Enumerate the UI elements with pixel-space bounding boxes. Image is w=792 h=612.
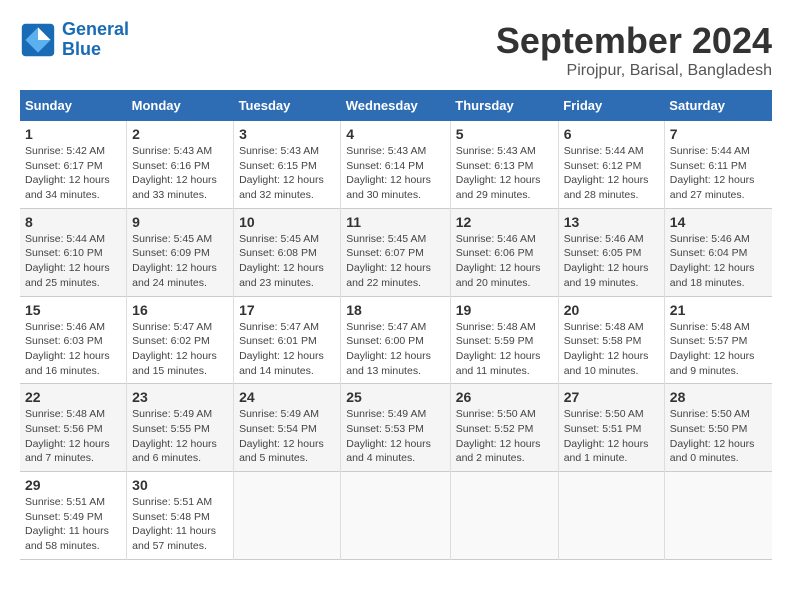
header-friday: Friday <box>558 90 664 121</box>
table-row: 29Sunrise: 5:51 AMSunset: 5:49 PMDayligh… <box>20 472 127 560</box>
calendar-header: Sunday Monday Tuesday Wednesday Thursday… <box>20 90 772 121</box>
logo-general: General <box>62 19 129 39</box>
table-row: 9Sunrise: 5:45 AMSunset: 6:09 PMDaylight… <box>127 208 234 296</box>
header-thursday: Thursday <box>450 90 558 121</box>
logo: General Blue <box>20 20 129 60</box>
table-row: 17Sunrise: 5:47 AMSunset: 6:01 PMDayligh… <box>234 296 341 384</box>
table-row: 14Sunrise: 5:46 AMSunset: 6:04 PMDayligh… <box>664 208 772 296</box>
table-row: 16Sunrise: 5:47 AMSunset: 6:02 PMDayligh… <box>127 296 234 384</box>
header-monday: Monday <box>127 90 234 121</box>
table-row: 10Sunrise: 5:45 AMSunset: 6:08 PMDayligh… <box>234 208 341 296</box>
table-row: 30Sunrise: 5:51 AMSunset: 5:48 PMDayligh… <box>127 472 234 560</box>
table-row: 5Sunrise: 5:43 AMSunset: 6:13 PMDaylight… <box>450 121 558 208</box>
table-row: 28Sunrise: 5:50 AMSunset: 5:50 PMDayligh… <box>664 384 772 472</box>
table-row: 18Sunrise: 5:47 AMSunset: 6:00 PMDayligh… <box>341 296 450 384</box>
table-row: 21Sunrise: 5:48 AMSunset: 5:57 PMDayligh… <box>664 296 772 384</box>
table-row: 8Sunrise: 5:44 AMSunset: 6:10 PMDaylight… <box>20 208 127 296</box>
table-row: 2Sunrise: 5:43 AMSunset: 6:16 PMDaylight… <box>127 121 234 208</box>
header-wednesday: Wednesday <box>341 90 450 121</box>
table-row <box>234 472 341 560</box>
table-row <box>664 472 772 560</box>
header-sunday: Sunday <box>20 90 127 121</box>
table-row: 19Sunrise: 5:48 AMSunset: 5:59 PMDayligh… <box>450 296 558 384</box>
table-row: 26Sunrise: 5:50 AMSunset: 5:52 PMDayligh… <box>450 384 558 472</box>
title-block: September 2024 Pirojpur, Barisal, Bangla… <box>496 20 772 80</box>
table-row <box>341 472 450 560</box>
table-row: 11Sunrise: 5:45 AMSunset: 6:07 PMDayligh… <box>341 208 450 296</box>
table-row: 22Sunrise: 5:48 AMSunset: 5:56 PMDayligh… <box>20 384 127 472</box>
logo-blue: Blue <box>62 39 101 59</box>
table-row: 24Sunrise: 5:49 AMSunset: 5:54 PMDayligh… <box>234 384 341 472</box>
table-row: 27Sunrise: 5:50 AMSunset: 5:51 PMDayligh… <box>558 384 664 472</box>
table-row: 7Sunrise: 5:44 AMSunset: 6:11 PMDaylight… <box>664 121 772 208</box>
calendar-table: Sunday Monday Tuesday Wednesday Thursday… <box>20 90 772 560</box>
table-row: 6Sunrise: 5:44 AMSunset: 6:12 PMDaylight… <box>558 121 664 208</box>
table-row: 25Sunrise: 5:49 AMSunset: 5:53 PMDayligh… <box>341 384 450 472</box>
table-row <box>558 472 664 560</box>
table-row: 3Sunrise: 5:43 AMSunset: 6:15 PMDaylight… <box>234 121 341 208</box>
header-saturday: Saturday <box>664 90 772 121</box>
page-header: General Blue September 2024 Pirojpur, Ba… <box>20 20 772 80</box>
location: Pirojpur, Barisal, Bangladesh <box>496 62 772 80</box>
table-row: 4Sunrise: 5:43 AMSunset: 6:14 PMDaylight… <box>341 121 450 208</box>
table-row: 13Sunrise: 5:46 AMSunset: 6:05 PMDayligh… <box>558 208 664 296</box>
month-title: September 2024 <box>496 20 772 62</box>
header-tuesday: Tuesday <box>234 90 341 121</box>
table-row: 23Sunrise: 5:49 AMSunset: 5:55 PMDayligh… <box>127 384 234 472</box>
table-row <box>450 472 558 560</box>
calendar-body: 1Sunrise: 5:42 AMSunset: 6:17 PMDaylight… <box>20 121 772 559</box>
table-row: 15Sunrise: 5:46 AMSunset: 6:03 PMDayligh… <box>20 296 127 384</box>
table-row: 12Sunrise: 5:46 AMSunset: 6:06 PMDayligh… <box>450 208 558 296</box>
logo-icon <box>20 22 56 58</box>
table-row: 1Sunrise: 5:42 AMSunset: 6:17 PMDaylight… <box>20 121 127 208</box>
table-row: 20Sunrise: 5:48 AMSunset: 5:58 PMDayligh… <box>558 296 664 384</box>
